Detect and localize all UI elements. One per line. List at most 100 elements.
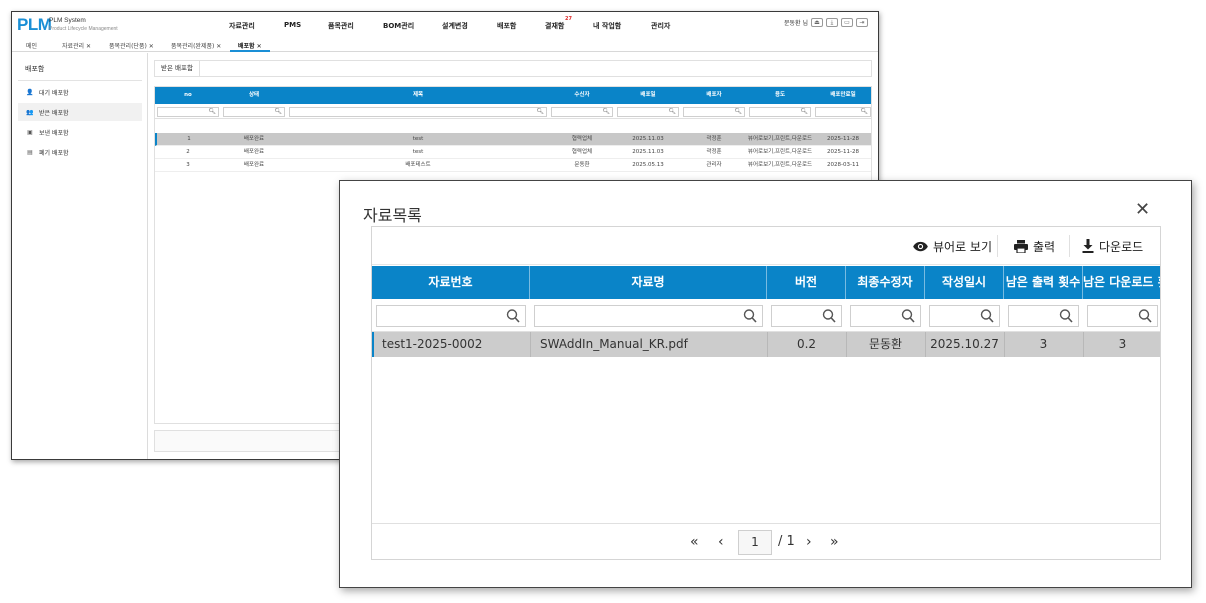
column-header[interactable]: 남은 출력 횟수 [1004, 266, 1083, 299]
table-cell: SWAddIn_Manual_KR.pdf [540, 337, 688, 351]
page-number-input[interactable]: 1 [738, 530, 772, 555]
table-cell: test1-2025-0002 [382, 337, 483, 351]
top-bar: PLM PLM System Product Lifecycle Managem… [12, 12, 878, 38]
logo-subtitle-line1: PLM System [49, 17, 86, 24]
search-icon [901, 309, 915, 323]
filter-input[interactable]: 🔍︎ [749, 107, 811, 117]
nav-item-pms[interactable]: PMS [284, 21, 301, 29]
table-cell: test [412, 136, 424, 142]
nav-item-design-change[interactable]: 설계변경 [442, 21, 468, 31]
table-cell: 문동환 [868, 337, 903, 351]
filter-input[interactable] [534, 305, 763, 327]
table-row[interactable]: 2 배포완료 test 협력업체 2025.11.03 곽정훈 뷰어로보기,프린… [155, 146, 871, 159]
table-cell: 3 [186, 162, 190, 168]
content-tab-received[interactable]: 받은 배포함 [155, 61, 200, 76]
column-header[interactable]: 자료명 [530, 266, 767, 299]
filter-input[interactable] [1008, 305, 1079, 327]
filter-input[interactable] [850, 305, 921, 327]
sidebar-item-label: 보낸 배포함 [39, 129, 69, 137]
nav-item-item-management[interactable]: 품목관리 [328, 21, 354, 31]
column-header[interactable]: 수신자 [549, 87, 615, 104]
filter-input[interactable]: 🔍︎ [551, 107, 613, 117]
tab-main[interactable]: 메인 [26, 41, 37, 50]
table-cell: 2025.10.27 [930, 337, 999, 351]
filter-input[interactable]: 🔍︎ [683, 107, 745, 117]
table-cell: 2025.11.03 [632, 136, 664, 142]
column-header[interactable]: no [155, 87, 221, 104]
search-icon [822, 309, 836, 323]
table-cell: 뷰어로보기,프린트,다운로드 [747, 162, 813, 168]
file-table-header: 자료번호 자료명 버전 최종수정자 작성일시 남은 출력 횟수 남은 다운로드 … [372, 266, 1160, 299]
last-page-button[interactable]: » [830, 534, 839, 550]
column-header[interactable]: 용도 [747, 87, 813, 104]
column-header[interactable]: 남은 다운로드 횟수 [1083, 266, 1160, 299]
close-icon[interactable]: ✕ [1135, 201, 1150, 219]
filter-input[interactable]: 🔍︎ [223, 107, 285, 117]
eye-icon [913, 241, 928, 251]
column-header[interactable]: 작성일시 [925, 266, 1004, 299]
table-cell: 0.2 [796, 337, 817, 351]
tab-distribution[interactable]: 배포함 ✕ [238, 41, 262, 50]
folder-icon[interactable]: ▭ [841, 18, 853, 27]
logo-subtitle-line2: Product Lifecycle Management [49, 26, 118, 32]
filter-input[interactable] [1087, 305, 1158, 327]
sidebar-item-label: 대기 배포함 [39, 89, 69, 97]
filter-input[interactable] [771, 305, 842, 327]
tab-item-finished[interactable]: 품목관리(완제품) ✕ [171, 41, 221, 50]
table-cell: 2025-11-28 [827, 149, 859, 155]
download-button[interactable]: 다운로드 [1082, 236, 1143, 256]
nav-item-my-work[interactable]: 내 작업함 [593, 21, 621, 31]
column-header[interactable]: 상태 [221, 87, 287, 104]
column-header[interactable]: 배포일 [615, 87, 681, 104]
download-icon [1082, 239, 1094, 253]
tab-data-management[interactable]: 자료관리 ✕ [62, 41, 91, 50]
table-row[interactable]: test1-2025-0002 SWAddIn_Manual_KR.pdf 0.… [372, 332, 1160, 357]
table-cell: 배포완료 [243, 136, 265, 142]
column-header[interactable]: 제목 [287, 87, 549, 104]
filter-input[interactable] [376, 305, 526, 327]
filter-input[interactable] [929, 305, 1000, 327]
next-page-button[interactable]: › [806, 534, 812, 550]
column-header[interactable]: 자료번호 [372, 266, 530, 299]
column-header[interactable]: 최종수정자 [846, 266, 925, 299]
table-cell: 1 [187, 136, 191, 142]
filter-input[interactable]: 🔍︎ [289, 107, 547, 117]
table-cell: 뷰어로보기,프린트,다운로드 [747, 149, 813, 155]
sidebar-item-sent[interactable]: ▣ 보낸 배포함 [18, 123, 142, 141]
column-header[interactable]: 버전 [767, 266, 846, 299]
column-header[interactable]: 배포자 [681, 87, 747, 104]
prev-page-button[interactable]: ‹ [718, 534, 724, 550]
table-row[interactable]: 3 배포완료 배포테스트 문동환 2025.05.13 관리자 뷰어로보기,프린… [155, 159, 871, 172]
sidebar-item-discarded[interactable]: ▤ 폐기 배포함 [18, 143, 142, 161]
filter-input[interactable]: 🔍︎ [617, 107, 679, 117]
nav-item-admin[interactable]: 관리자 [651, 21, 670, 31]
toolbar-divider [1069, 235, 1070, 257]
first-page-button[interactable]: « [690, 534, 699, 550]
user-icon[interactable]: ⏏ [811, 18, 823, 27]
print-button[interactable]: 출력 [1014, 236, 1055, 256]
filter-input[interactable]: 🔍︎ [815, 107, 871, 117]
nav-item-data-management[interactable]: 자료관리 [229, 21, 255, 31]
file-toolbar: 뷰어로 보기 출력 다운로드 [372, 227, 1160, 265]
table-cell: 2025-11-28 [827, 136, 859, 142]
sidebar-item-received[interactable]: 👥 받은 배포함 [18, 103, 142, 121]
logout-icon[interactable]: ⇥ [856, 18, 868, 27]
filter-input[interactable]: 🔍︎ [157, 107, 219, 117]
nav-item-distribution[interactable]: 배포함 [497, 21, 516, 31]
modal-title: 자료목록 [363, 206, 422, 225]
search-icon [743, 309, 757, 323]
nav-item-approval[interactable]: 결재함 27 [545, 16, 572, 31]
table-cell: 2028-03-11 [827, 162, 859, 168]
table-row[interactable]: 1 배포완료 test 협력업체 2025.11.03 곽정훈 뷰어로보기,프린… [155, 133, 871, 146]
table-filter-row: 🔍︎ 🔍︎ 🔍︎ 🔍︎ 🔍︎ 🔍︎ 🔍︎ 🔍︎ [155, 104, 871, 119]
download-icon[interactable]: ⤓ [826, 18, 838, 27]
viewer-button-label: 뷰어로 보기 [933, 239, 993, 254]
nav-item-bom-management[interactable]: BOM관리 [383, 21, 414, 31]
plm-logo[interactable]: PLM [17, 15, 52, 35]
sidebar-item-waiting[interactable]: 👤 대기 배포함 [18, 83, 142, 101]
tab-item-single[interactable]: 품목관리(단품) ✕ [109, 41, 154, 50]
column-header[interactable]: 배포만료일 [813, 87, 873, 104]
logo-subtitle: PLM System Product Lifecycle Management [49, 17, 118, 33]
viewer-button[interactable]: 뷰어로 보기 [913, 236, 992, 256]
table-cell: 3 [1039, 337, 1048, 351]
